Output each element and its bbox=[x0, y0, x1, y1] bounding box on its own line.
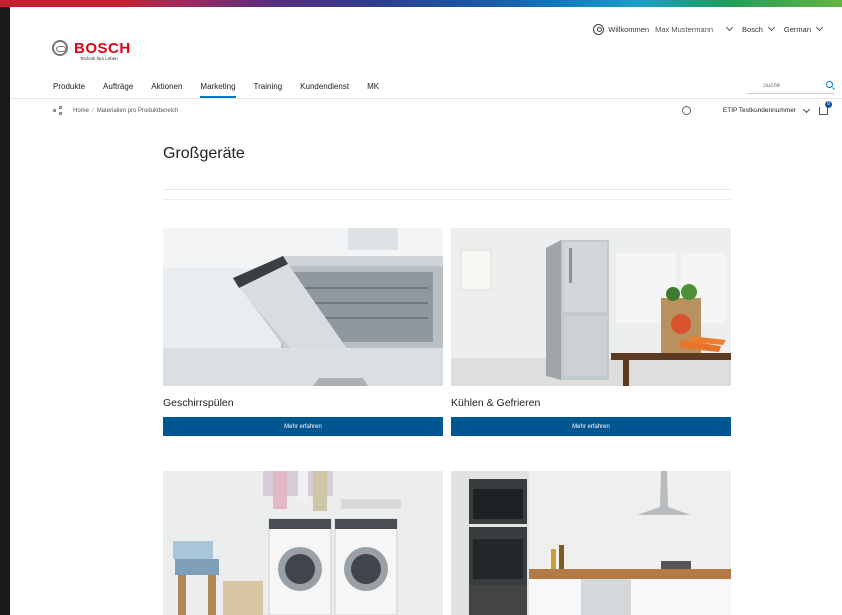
washing-machine-image[interactable] bbox=[163, 471, 443, 615]
breadcrumb-home[interactable]: Home bbox=[73, 108, 89, 114]
nav-item-produkte[interactable]: Produkte bbox=[53, 82, 85, 98]
customer-number-select[interactable]: ETIP Testkundennummer bbox=[723, 107, 796, 114]
mehr-erfahren-button[interactable]: Mehr erfahren bbox=[163, 417, 443, 436]
nav-item-training[interactable]: Training bbox=[254, 82, 283, 98]
chevron-down-icon[interactable] bbox=[802, 105, 811, 113]
share-icon[interactable] bbox=[53, 106, 65, 115]
chevron-down-icon[interactable] bbox=[767, 23, 775, 32]
window-edge bbox=[0, 7, 10, 615]
title-divider bbox=[163, 189, 731, 190]
logo-wordmark: BOSCH bbox=[74, 39, 131, 57]
breadcrumb-separator: / bbox=[92, 107, 94, 114]
category-card-kuehlen-gefrieren: Kühlen & Gefrieren Mehr erfahren bbox=[451, 228, 731, 436]
nav-item-aktionen[interactable]: Aktionen bbox=[151, 82, 182, 98]
nav-item-kundendienst[interactable]: Kundendienst bbox=[300, 82, 349, 98]
brand-color-stripe bbox=[0, 0, 842, 7]
search-box bbox=[747, 78, 835, 94]
account-icon[interactable] bbox=[681, 106, 691, 115]
bosch-armature-icon bbox=[52, 40, 68, 56]
cart-count-badge: 0 bbox=[825, 100, 832, 108]
category-name: Kühlen & Gefrieren bbox=[451, 397, 541, 409]
nav-item-auftraege[interactable]: Aufträge bbox=[103, 82, 133, 98]
top-utility-bar: Willkommen Max Mustermann Bosch German bbox=[593, 21, 832, 37]
chevron-down-icon[interactable] bbox=[726, 23, 734, 32]
nav-item-mk[interactable]: MK bbox=[367, 82, 379, 98]
title-divider-secondary bbox=[163, 199, 731, 200]
search-icon[interactable] bbox=[826, 81, 833, 88]
user-name-menu[interactable]: Max Mustermann bbox=[655, 25, 713, 34]
logo-tagline: Technik fürs Leben bbox=[80, 56, 118, 61]
category-name: Geschirrspülen bbox=[163, 397, 234, 409]
page-title: Großgeräte bbox=[163, 145, 245, 162]
user-icon bbox=[593, 23, 605, 35]
language-select[interactable]: German bbox=[784, 25, 811, 34]
search-input[interactable] bbox=[747, 82, 817, 89]
oven-kitchen-image[interactable] bbox=[451, 471, 731, 615]
category-card-kochen-backen bbox=[451, 471, 731, 615]
nav-item-marketing[interactable]: Marketing bbox=[200, 82, 236, 98]
welcome-text: Willkommen bbox=[608, 24, 650, 34]
cart-icon[interactable]: 0 bbox=[819, 100, 832, 115]
bosch-logo[interactable]: BOSCH Technik fürs Leben bbox=[52, 39, 131, 61]
dishwasher-image[interactable] bbox=[163, 228, 443, 386]
brand-select[interactable]: Bosch bbox=[742, 25, 763, 34]
main-navigation: Produkte Aufträge Aktionen Marketing Tra… bbox=[53, 82, 397, 98]
category-card-waschen-trocknen bbox=[163, 471, 443, 615]
breadcrumb-current: Materialien pro Produktbereich bbox=[96, 107, 179, 114]
fridge-image[interactable] bbox=[451, 228, 731, 386]
account-utilities: ETIP Testkundennummer 0 bbox=[681, 100, 832, 115]
mehr-erfahren-button[interactable]: Mehr erfahren bbox=[451, 417, 731, 436]
category-card-geschirrspuelen: Geschirrspülen Mehr erfahren bbox=[163, 228, 443, 436]
chevron-down-icon[interactable] bbox=[815, 23, 824, 32]
header-divider bbox=[10, 98, 842, 99]
breadcrumb: Home / Materialien pro Produktbereich bbox=[53, 106, 178, 115]
